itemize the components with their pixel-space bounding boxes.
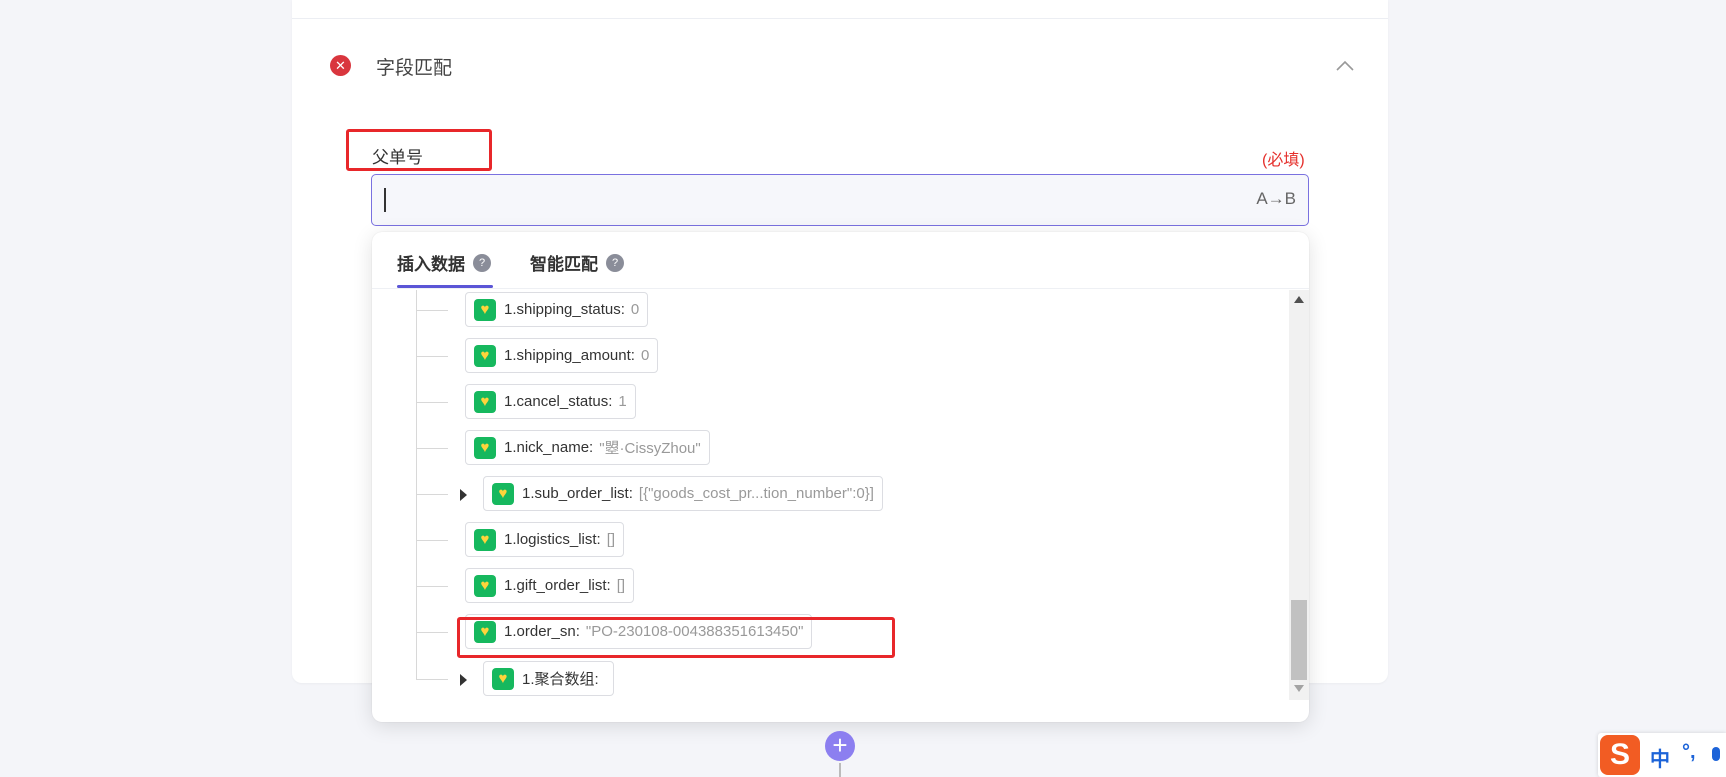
app-heart-icon: ♥ [474, 436, 496, 459]
chip-key: 1.shipping_status: [504, 301, 625, 318]
tab-label: 插入数据 [397, 255, 465, 274]
ime-punctuation-toggle[interactable]: °, [1682, 741, 1696, 764]
field-label-highlight [346, 129, 492, 171]
app-heart-icon: ♥ [474, 390, 496, 413]
help-icon[interactable]: ? [473, 253, 491, 272]
flow-connector-line [839, 763, 841, 777]
active-tab-indicator [397, 285, 493, 288]
data-chip[interactable]: ♥ 1.gift_order_list: [] [465, 568, 635, 603]
required-marker: (必填) [1262, 152, 1305, 169]
tree-branch [416, 632, 448, 633]
chevron-up-icon[interactable] [1335, 58, 1355, 72]
tree-row: ♥ 1.logistics_list: [] [372, 520, 1272, 560]
text-caret [384, 188, 386, 212]
tab-label: 智能匹配 [530, 255, 598, 274]
tree-branch [416, 586, 448, 587]
tree-row: ♥ 1.shipping_amount: 0 [372, 336, 1272, 376]
tree-row: ♥ 1.gift_order_list: [] [372, 566, 1272, 606]
chip-value: [{"goods_cost_pr...tion_number":0}] [638, 485, 874, 502]
tree-row: ♥ 1.sub_order_list: [{"goods_cost_pr...t… [372, 474, 1272, 514]
chip-value: 0 [640, 347, 650, 364]
data-chip[interactable]: ♥ 1.nick_name: "曌·CissyZhou" [465, 430, 710, 465]
add-step-button[interactable]: + [825, 731, 855, 761]
chip-value: "曌·CissyZhou" [599, 440, 701, 457]
scroll-thumb[interactable] [1291, 600, 1307, 680]
tree-branch [416, 356, 448, 357]
field-value-input[interactable]: A→B [371, 174, 1309, 226]
chip-value: 0 [630, 301, 640, 318]
microphone-icon[interactable] [1712, 747, 1720, 761]
app-heart-icon: ♥ [474, 528, 496, 551]
chip-key: 1.cancel_status: [504, 393, 613, 410]
tree-row: ♥ 1.shipping_status: 0 [372, 290, 1272, 330]
chip-key: 1.shipping_amount: [504, 347, 635, 364]
expand-caret-icon[interactable] [460, 489, 467, 501]
error-circle-icon: ✕ [330, 55, 351, 76]
tree-branch [416, 494, 448, 495]
popup-scrollbar[interactable] [1289, 290, 1309, 700]
chip-key: 1.gift_order_list: [504, 577, 611, 594]
tree-branch [416, 679, 448, 680]
app-heart-icon: ♥ [492, 667, 514, 690]
tree-branch [416, 448, 448, 449]
chip-value: [] [616, 577, 626, 594]
tab-smart-match[interactable]: 智能匹配 ? [530, 250, 624, 275]
popup-tabs: 插入数据 ? 智能匹配 ? [372, 232, 1309, 289]
data-chip[interactable]: ♥ 1.sub_order_list: [{"goods_cost_pr...t… [483, 476, 883, 511]
order-sn-highlight [457, 617, 895, 658]
tab-insert-data[interactable]: 插入数据 ? [397, 250, 491, 275]
chip-key: 1.nick_name: [504, 439, 594, 456]
tree-row: ♥ 1.cancel_status: 1 [372, 382, 1272, 422]
tree-branch [416, 310, 448, 311]
tree-row: ♥ 1.聚合数组: [372, 659, 1272, 699]
chip-key: 1.logistics_list: [504, 531, 601, 548]
chip-value: [] [606, 531, 616, 548]
ime-toolbar: S 中 °, [1598, 733, 1726, 777]
app-heart-icon: ♥ [474, 574, 496, 597]
app-heart-icon: ♥ [474, 344, 496, 367]
chip-value: 1 [618, 393, 627, 410]
app-heart-icon: ♥ [492, 482, 514, 505]
card-divider [292, 18, 1388, 19]
help-icon[interactable]: ? [606, 253, 624, 272]
app-heart-icon: ♥ [474, 298, 496, 321]
sogou-logo-icon[interactable]: S [1600, 735, 1640, 775]
tree-row: ♥ 1.nick_name: "曌·CissyZhou" [372, 428, 1272, 468]
chip-key: 1.聚合数组: [522, 671, 599, 688]
scroll-up-arrow-icon[interactable] [1294, 296, 1304, 303]
scroll-down-arrow-icon[interactable] [1294, 685, 1304, 692]
transform-button[interactable]: A→B [1256, 189, 1296, 209]
section-title: 字段匹配 [376, 58, 453, 79]
tree-branch [416, 540, 448, 541]
tree-branch [416, 402, 448, 403]
data-chip[interactable]: ♥ 1.shipping_status: 0 [465, 292, 649, 327]
data-chip[interactable]: ♥ 1.cancel_status: 1 [465, 384, 636, 419]
data-chip[interactable]: ♥ 1.聚合数组: [483, 661, 614, 696]
data-chip[interactable]: ♥ 1.logistics_list: [] [465, 522, 625, 557]
data-chip[interactable]: ♥ 1.shipping_amount: 0 [465, 338, 659, 373]
expand-caret-icon[interactable] [460, 674, 467, 686]
chip-key: 1.sub_order_list: [522, 485, 633, 502]
ime-language-toggle[interactable]: 中 [1650, 743, 1670, 772]
